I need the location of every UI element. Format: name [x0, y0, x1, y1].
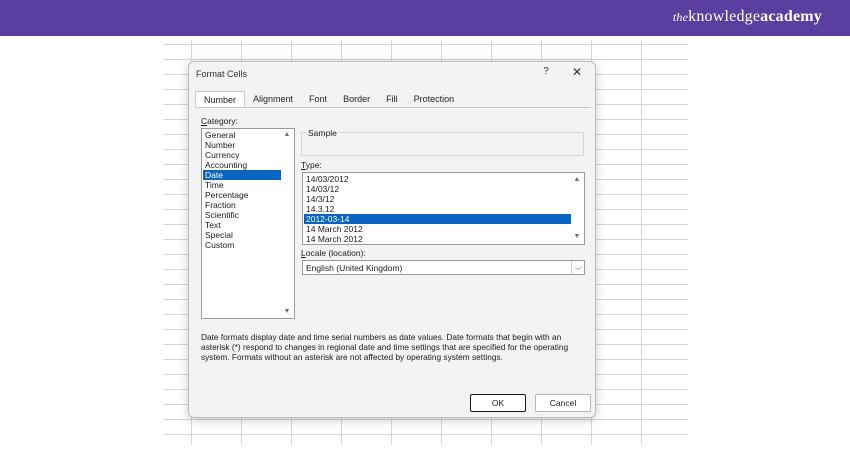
cancel-button[interactable]: Cancel: [535, 394, 591, 412]
tab-font[interactable]: Font: [301, 91, 335, 108]
sample-group-box: [301, 132, 584, 156]
type-item[interactable]: 14 March 2012: [304, 234, 571, 244]
scroll-up-icon[interactable]: ▲: [282, 130, 292, 140]
locale-label: Locale (location):: [301, 248, 366, 258]
type-item[interactable]: 14/3/12: [304, 194, 571, 204]
dialog-title: Format Cells: [196, 69, 248, 79]
category-item-percentage[interactable]: Percentage: [203, 190, 281, 200]
category-item-special[interactable]: Special: [203, 230, 281, 240]
tab-divider: [195, 107, 591, 108]
locale-dropdown[interactable]: English (United Kingdom) ⌵: [302, 260, 585, 275]
category-item-fraction[interactable]: Fraction: [203, 200, 281, 210]
brand-logo: theknowledgeacademy: [672, 8, 822, 25]
sample-label: Sample: [306, 128, 339, 138]
category-item-scientific[interactable]: Scientific: [203, 210, 281, 220]
close-icon: ✕: [571, 65, 583, 79]
category-item-time[interactable]: Time: [203, 180, 281, 190]
category-item-date[interactable]: Date: [203, 170, 281, 180]
type-item-selected[interactable]: 2012-03-14: [304, 214, 571, 224]
format-description: Date formats display date and time seria…: [201, 332, 569, 362]
format-cells-dialog: Format Cells ? ✕ Number Alignment Font B…: [188, 61, 596, 418]
type-label: Type:: [301, 160, 322, 170]
scroll-up-icon[interactable]: ▲: [572, 175, 582, 185]
tab-border[interactable]: Border: [335, 91, 378, 108]
category-item-number[interactable]: Number: [203, 140, 281, 150]
category-item-custom[interactable]: Custom: [203, 240, 281, 250]
ok-button[interactable]: OK: [470, 394, 526, 412]
help-button[interactable]: ?: [539, 66, 553, 80]
tab-protection[interactable]: Protection: [406, 91, 463, 108]
tab-number[interactable]: Number: [195, 91, 246, 108]
category-item-currency[interactable]: Currency: [203, 150, 281, 160]
category-label: Category:: [201, 116, 238, 126]
category-listbox[interactable]: General Number Currency Accounting Date …: [201, 128, 295, 319]
scroll-down-icon[interactable]: ▼: [282, 307, 292, 317]
chevron-down-icon[interactable]: ⌵: [571, 261, 584, 274]
scroll-down-icon[interactable]: ▼: [572, 232, 582, 242]
tab-bar: Number Alignment Font Border Fill Protec…: [195, 91, 462, 108]
category-item-text[interactable]: Text: [203, 220, 281, 230]
category-item-general[interactable]: General: [203, 130, 281, 140]
type-item[interactable]: 14.3.12: [304, 204, 571, 214]
type-item[interactable]: 14/03/12: [304, 184, 571, 194]
locale-value: English (United Kingdom): [306, 263, 403, 273]
type-item[interactable]: 14 March 2012: [304, 224, 571, 234]
category-item-accounting[interactable]: Accounting: [203, 160, 281, 170]
type-item[interactable]: 14/03/2012: [304, 174, 571, 184]
brand-header-bar: theknowledgeacademy: [0, 0, 850, 36]
close-button[interactable]: ✕: [569, 65, 585, 81]
tab-fill[interactable]: Fill: [378, 91, 406, 108]
type-listbox[interactable]: 14/03/2012 14/03/12 14/3/12 14.3.12 2012…: [302, 172, 585, 245]
tab-alignment[interactable]: Alignment: [245, 91, 301, 108]
